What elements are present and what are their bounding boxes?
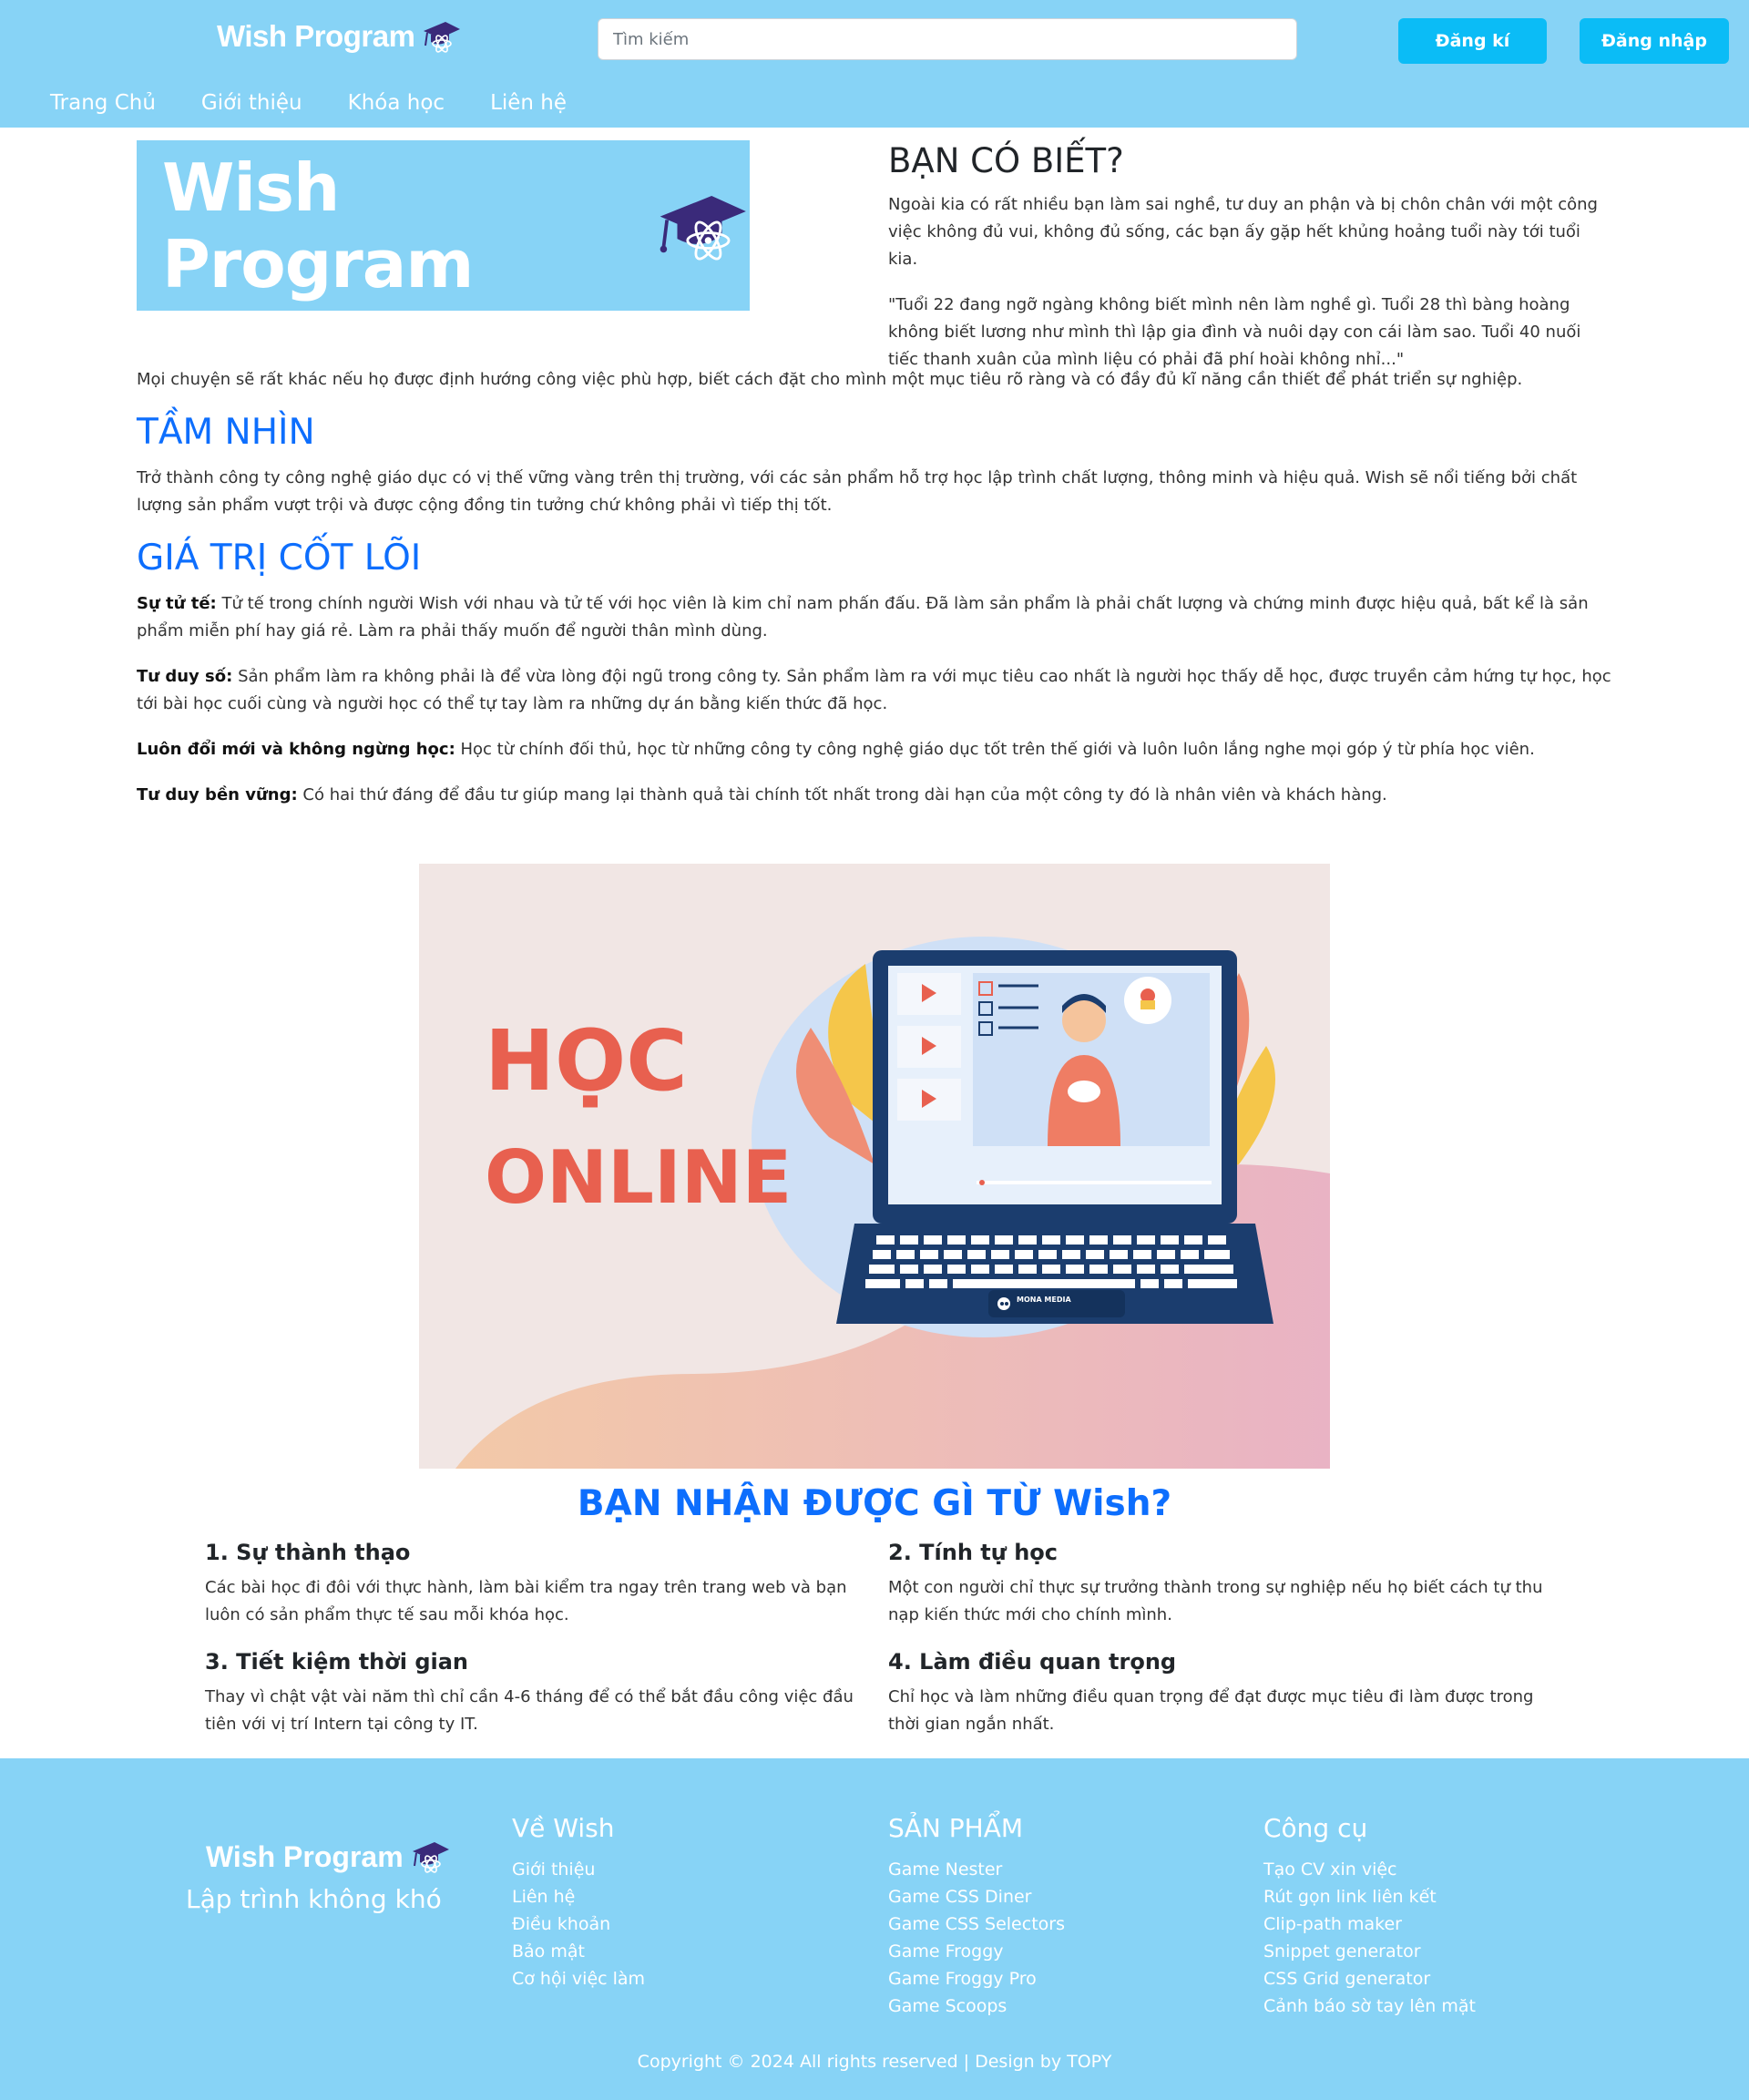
footer-link[interactable]: Tạo CV xin việc	[1263, 1856, 1476, 1883]
footer-tagline: Lập trình không khó	[186, 1884, 442, 1914]
value-item: Luôn đổi mới và không ngừng học: Học từ …	[137, 736, 1612, 763]
vision-title: TẦM NHÌN	[137, 412, 315, 453]
nav-item-courses[interactable]: Khóa học	[348, 91, 445, 115]
search-box[interactable]	[598, 18, 1297, 60]
footer-link[interactable]: Điều khoản	[512, 1910, 645, 1938]
register-button[interactable]: Đăng kí	[1398, 18, 1547, 64]
nav-item-about[interactable]: Giới thiệu	[201, 91, 302, 115]
graduation-cap-icon	[660, 195, 747, 260]
value-text: Sản phẩm làm ra không phải là để vừa lòn…	[137, 667, 1611, 713]
value-text: Tử tế trong chính người Wish với nhau và…	[137, 594, 1589, 640]
footer-column-about: Về Wish Giới thiệu Liên hệ Điều khoản Bả…	[512, 1813, 645, 1992]
footer-link[interactable]: Liên hệ	[512, 1883, 645, 1910]
brand-banner: Wish Program	[137, 140, 750, 311]
banner-brand-text: Wish Program	[162, 149, 474, 302]
footer-brand-text: Wish Program	[206, 1839, 404, 1873]
header-logo[interactable]: Wish Program	[217, 18, 462, 55]
footer-link[interactable]: Clip-path maker	[1263, 1910, 1476, 1938]
benefit-text: Thay vì chật vật vài năm thì chỉ cần 4-6…	[205, 1687, 854, 1734]
benefit-item: 4. Làm điều quan trọng Chỉ học và làm nh…	[888, 1649, 1553, 1738]
login-button[interactable]: Đăng nhập	[1580, 18, 1729, 64]
benefit-item: 1. Sự thành thạo Các bài học đi đôi với …	[205, 1540, 870, 1629]
footer-link[interactable]: Cảnh báo sờ tay lên mặt	[1263, 1992, 1476, 2020]
copyright-text: Copyright © 2024 All rights reserved | D…	[637, 2052, 1112, 2072]
footer-link[interactable]: Rút gọn link liên kết	[1263, 1883, 1476, 1910]
footer-link[interactable]: CSS Grid generator	[1263, 1965, 1476, 1992]
search-input[interactable]	[613, 29, 1296, 49]
footer-column-title: Công cụ	[1263, 1813, 1368, 1843]
online-learning-illustration: MONA MEDIA HỌC ONLINE	[419, 864, 1330, 1469]
graduation-cap-icon	[424, 22, 461, 53]
benefit-item: 3. Tiết kiệm thời gian Thay vì chật vật …	[205, 1649, 870, 1738]
benefit-title: 3. Tiết kiệm thời gian	[205, 1649, 469, 1675]
footer-link[interactable]: Game Froggy Pro	[888, 1965, 1065, 1992]
value-item: Tư duy bền vững: Có hai thứ đáng để đầu …	[137, 782, 1612, 809]
graduation-cap-icon	[412, 1842, 449, 1873]
footer-link[interactable]: Game Scoops	[888, 1992, 1065, 2020]
did-you-know-title: BẠN CÓ BIẾT?	[888, 141, 1124, 180]
illustration-text-line1: HỌC	[485, 1012, 688, 1110]
benefit-title: 1. Sự thành thạo	[205, 1540, 411, 1565]
footer-link[interactable]: Cơ hội việc làm	[512, 1965, 645, 1992]
nav-item-home[interactable]: Trang Chủ	[50, 91, 156, 115]
footer-link[interactable]: Game CSS Selectors	[888, 1910, 1065, 1938]
footer-column-products: SẢN PHẨM Game Nester Game CSS Diner Game…	[888, 1813, 1065, 2020]
footer-logo[interactable]: Wish Program	[206, 1839, 451, 1875]
benefit-item: 2. Tính tự học Một con người chỉ thực sự…	[888, 1540, 1553, 1629]
footer-link[interactable]: Giới thiệu	[512, 1856, 645, 1883]
site-footer: Wish Program Lập trình không khó Về Wish…	[0, 1758, 1749, 2100]
value-label: Tư duy số:	[137, 667, 233, 686]
footer-column-tools: Công cụ Tạo CV xin việc Rút gọn link liê…	[1263, 1813, 1476, 2020]
laptop-logo-text: MONA MEDIA	[1017, 1296, 1071, 1304]
online-learning-image: MONA MEDIA HỌC ONLINE	[419, 864, 1330, 1469]
benefit-title: 4. Làm điều quan trọng	[888, 1649, 1177, 1675]
core-values-title: GIÁ TRỊ CỐT LÕI	[137, 538, 422, 579]
benefit-text: Chỉ học và làm những điều quan trọng để …	[888, 1687, 1534, 1734]
did-you-know-section: BẠN CÓ BIẾT? Ngoài kia có rất nhiều bạn …	[888, 141, 1608, 374]
value-label: Luôn đổi mới và không ngừng học:	[137, 740, 455, 759]
value-text: Có hai thứ đáng để đầu tư giúp mang lại …	[297, 785, 1387, 804]
header-brand-text: Wish Program	[217, 19, 415, 53]
value-label: Sự tử tế:	[137, 594, 217, 613]
main-nav: Trang Chủ Giới thiệu Khóa học Liên hệ	[50, 91, 612, 115]
value-label: Tư duy bền vững:	[137, 785, 298, 804]
footer-link[interactable]: Bảo mật	[512, 1938, 645, 1965]
benefit-text: Các bài học đi đôi với thực hành, làm bà…	[205, 1578, 847, 1624]
benefit-text: Một con người chỉ thực sự trưởng thành t…	[888, 1578, 1543, 1624]
footer-column-title: Về Wish	[512, 1813, 615, 1843]
benefit-title: 2. Tính tự học	[888, 1540, 1059, 1565]
footer-link[interactable]: Game CSS Diner	[888, 1883, 1065, 1910]
site-header: Wish Program Đăng kí Đăng nhập Trang Chủ…	[0, 0, 1749, 128]
footer-column-title: SẢN PHẨM	[888, 1813, 1024, 1843]
value-item: Tư duy số: Sản phẩm làm ra không phải là…	[137, 663, 1612, 718]
nav-item-contact[interactable]: Liên hệ	[490, 91, 567, 115]
footer-link[interactable]: Game Froggy	[888, 1938, 1065, 1965]
intro-paragraph-3: Mọi chuyện sẽ rất khác nếu họ được định …	[137, 370, 1523, 389]
value-item: Sự tử tế: Tử tế trong chính người Wish v…	[137, 590, 1612, 645]
intro-paragraph-2: "Tuổi 22 đang ngỡ ngàng không biết mình …	[888, 295, 1581, 369]
illustration-text-line2: ONLINE	[485, 1135, 792, 1220]
benefits-title: BẠN NHẬN ĐƯỢC GÌ TỪ Wish?	[577, 1483, 1172, 1524]
value-text: Học từ chính đối thủ, học từ những công …	[455, 740, 1535, 759]
vision-text: Trở thành công ty công nghệ giáo dục có …	[137, 468, 1578, 515]
intro-paragraph-1: Ngoài kia có rất nhiều bạn làm sai nghề,…	[888, 195, 1598, 269]
footer-link[interactable]: Game Nester	[888, 1856, 1065, 1883]
footer-link[interactable]: Snippet generator	[1263, 1938, 1476, 1965]
